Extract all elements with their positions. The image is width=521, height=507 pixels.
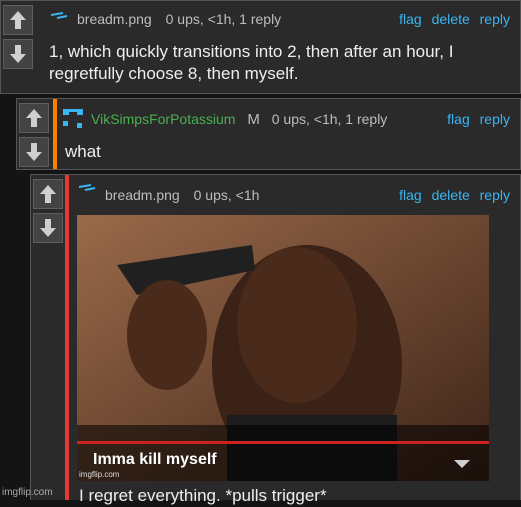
downvote-button[interactable] [19, 137, 49, 167]
username[interactable]: breadm.png [105, 187, 180, 203]
downvote-button[interactable] [33, 213, 63, 243]
comment-meta: 0 ups, <1h [193, 187, 260, 203]
flag-link[interactable]: flag [399, 187, 422, 203]
comment-header: breadm.png 0 ups, <1h [105, 187, 259, 203]
mod-thread-bar [53, 99, 57, 169]
delete-link[interactable]: delete [432, 11, 470, 27]
username[interactable]: VikSimpsForPotassium [91, 111, 235, 127]
comment-meta: 0 ups, <1h, 1 reply [165, 11, 282, 27]
comment-line: I regret everything. *pulls trigger* [79, 486, 327, 505]
arrow-down-icon [26, 143, 42, 161]
downvote-button[interactable] [3, 39, 33, 69]
meme-image[interactable]: Imma kill myself imgflip.com [77, 215, 489, 481]
arrow-up-icon [10, 11, 26, 29]
arrow-down-icon [40, 219, 56, 237]
comment-2: VikSimpsForPotassium M 0 ups, <1h, 1 rep… [16, 98, 521, 170]
comment-header: breadm.png 0 ups, <1h, 1 reply [77, 11, 281, 27]
comment-text: what [65, 141, 101, 163]
meme-caption: Imma kill myself [93, 451, 217, 468]
comment-actions: flag delete reply [393, 11, 510, 27]
username[interactable]: breadm.png [77, 11, 152, 27]
flag-link[interactable]: flag [399, 11, 422, 27]
upvote-button[interactable] [19, 103, 49, 133]
arrow-up-icon [26, 109, 42, 127]
user-avatar[interactable] [61, 107, 85, 131]
reply-link[interactable]: reply [480, 187, 510, 203]
user-avatar[interactable] [49, 11, 69, 23]
comment-line: regretfully choose 8, then myself. [49, 64, 299, 83]
reply-thread-bar [65, 175, 69, 500]
mod-badge: M [247, 111, 260, 128]
image-watermark: imgflip.com [79, 470, 120, 479]
delete-link[interactable]: delete [432, 187, 470, 203]
comment-header: VikSimpsForPotassium M 0 ups, <1h, 1 rep… [91, 111, 387, 128]
comment-actions: flag delete reply [393, 187, 510, 203]
comment-meta: 0 ups, <1h, 1 reply [271, 111, 388, 127]
reply-link[interactable]: reply [480, 11, 510, 27]
comment-line: 1, which quickly transitions into 2, the… [49, 42, 454, 61]
comment-3: breadm.png 0 ups, <1h flag delete reply … [30, 174, 521, 505]
arrow-down-icon [10, 45, 26, 63]
meme-photo [77, 215, 489, 481]
comment-text: I regret everything. *pulls trigger* [79, 485, 327, 507]
comment-line: what [65, 142, 101, 161]
chevron-down-icon [454, 460, 470, 468]
comment-actions: flag reply [441, 111, 510, 127]
site-watermark: imgflip.com [2, 487, 53, 498]
arrow-up-icon [40, 185, 56, 203]
reply-link[interactable]: reply [480, 111, 510, 127]
upvote-button[interactable] [33, 179, 63, 209]
upvote-button[interactable] [3, 5, 33, 35]
comment-1: breadm.png 0 ups, <1h, 1 reply flag dele… [0, 0, 521, 94]
comment-text: 1, which quickly transitions into 2, the… [49, 41, 453, 85]
flag-link[interactable]: flag [447, 111, 470, 127]
user-avatar[interactable] [77, 183, 97, 195]
